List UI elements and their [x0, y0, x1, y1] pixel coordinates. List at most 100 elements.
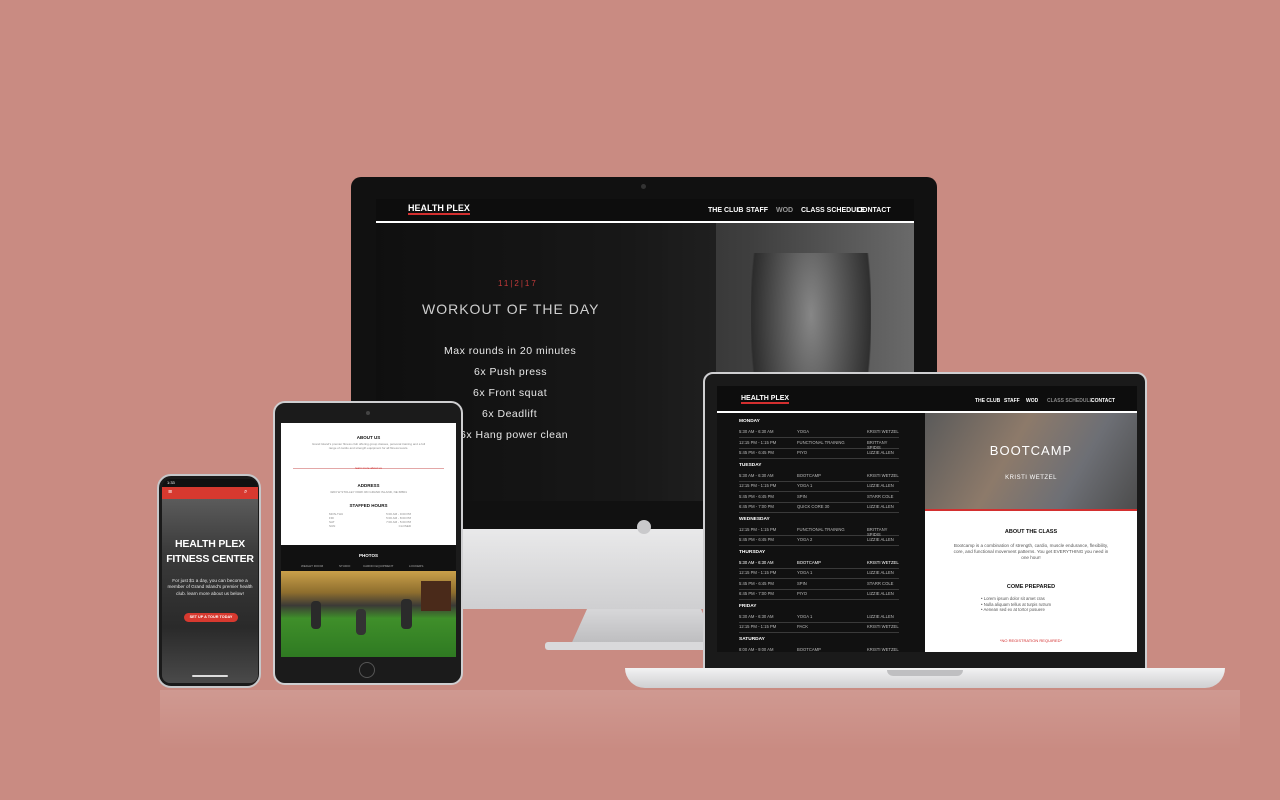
photo-tab-studio[interactable]: STUDIO [339, 564, 350, 568]
prepared-list: • Lorem ipsum dolor sit amet cras • Null… [981, 596, 1051, 613]
bootcamp-title: BOOTCAMP [989, 443, 1073, 458]
search-icon[interactable]: ⌕ [244, 489, 247, 496]
schedule-row[interactable]: 6:45 PM - 7:00 PM PIYO LIZZIE ALLEN [739, 589, 899, 600]
bootcamp-coach: KRISTI WETZEL [1005, 475, 1057, 481]
schedule-time: 5:30 AM - 6:30 AM [739, 559, 774, 565]
schedule-row[interactable]: 6:45 PM - 7:00 PM QUICK CORE 30 LIZZIE ALL… [739, 502, 899, 513]
schedule-coach: KRISTI WETZEL [867, 472, 899, 478]
schedule-class: SPIN [797, 580, 807, 586]
schedule-day-heading: FRIDAY [739, 603, 757, 609]
wod-title: WORKOUT OF THE DAY [422, 301, 600, 317]
floor-reflection [160, 690, 1240, 750]
schedule-row[interactable]: 12:15 PM - 1:15 PM FUNCTIONAL TRAINING BRI… [739, 525, 899, 537]
schedule-day-heading: MONDAY [739, 419, 760, 424]
schedule-coach: KRISTI WETZEL [867, 646, 899, 652]
class-schedule-list: MONDAY 5:30 AM - 6:30 AM YOGA KRISTI WETZEL… [717, 413, 925, 652]
phone-intro-text: For just $1 a day, you can become a memb… [167, 578, 253, 596]
tablet-home-button[interactable] [359, 662, 375, 678]
schedule-class: PIYO [797, 591, 808, 596]
schedule-day-heading: THURSDAY [739, 549, 766, 555]
phone-navbar: ≡ ⌕ [162, 487, 258, 499]
schedule-time: 8:00 AM - 9:00 AM [739, 646, 774, 652]
schedule-class: YOGA [797, 429, 810, 434]
schedule-class: PIYO [797, 450, 808, 455]
schedule-row[interactable]: 5:30 AM - 6:30 AM BOOTCAMP KRISTI WETZEL [739, 471, 899, 482]
schedule-row[interactable]: 8:00 AM - 9:00 AM BOOTCAMP KRISTI WETZEL [739, 645, 899, 653]
wod-line: 6x Front squat [473, 387, 548, 399]
photo-tab-lockers[interactable]: LOCKERS [409, 564, 423, 568]
photo-tab-weight-room[interactable]: WEIGHT ROOM [301, 564, 323, 568]
schedule-time: 12:15 PM - 1:15 PM [739, 624, 777, 629]
schedule-day-heading: WEDNESDAY [739, 516, 770, 522]
schedule-coach: LIZZIE ALLEN [867, 504, 894, 509]
imac-navbar: HEALTH PLEX THE CLUB STAFF WOD CLASS SCH… [376, 199, 914, 223]
laptop-nav-staff[interactable]: STAFF [1004, 398, 1020, 404]
apple-logo-icon [637, 520, 651, 534]
schedule-coach: LIZZIE ALLEN [867, 613, 894, 619]
laptop-nav-class-schedule[interactable]: CLASS SCHEDULE [1047, 398, 1093, 404]
imac-camera [641, 184, 646, 189]
wod-line: Max rounds in 20 minutes [444, 345, 577, 357]
schedule-class: FUNCTIONAL TRAINING [797, 526, 845, 532]
schedule-row[interactable]: 5:30 AM - 6:30 AM YOGA KRISTI WETZEL [739, 427, 899, 438]
schedule-coach: LIZZIE ALLEN [867, 483, 894, 488]
come-prepared-heading: COME PREPARED [1006, 584, 1056, 590]
laptop-logo[interactable]: HEALTH PLEX [741, 395, 790, 404]
about-us-text: Grand Island's premier fitness club offe… [311, 442, 426, 450]
imac-nav-staff[interactable]: STAFF [746, 207, 768, 214]
learn-more-link[interactable]: learn more about us [281, 466, 456, 470]
schedule-coach: KRISTI WETZEL [867, 429, 899, 434]
imac-logo[interactable]: HEALTH PLEX [408, 204, 470, 215]
schedule-time: 5:45 PM - 6:45 PM [739, 450, 774, 455]
status-time: 1:33 [167, 480, 175, 485]
imac-nav-the-club[interactable]: THE CLUB [708, 207, 743, 214]
imac-nav-wod[interactable]: WOD [776, 207, 793, 214]
schedule-time: 5:45 PM - 6:45 PM [739, 580, 774, 586]
schedule-row[interactable]: 5:45 PM - 6:45 PM PIYO LIZZIE ALLEN [739, 448, 899, 459]
schedule-time: 12:15 PM - 1:15 PM [739, 483, 777, 488]
laptop-nav-the-club[interactable]: THE CLUB [975, 398, 1000, 404]
schedule-coach: LIZZIE ALLEN [867, 537, 894, 542]
tablet-screen: ABOUT US Grand Island's premier fitness … [281, 423, 456, 657]
schedule-class: YOGA 1 [797, 570, 813, 575]
schedule-row[interactable]: 12:15 PM - 1:15 PM PACK KRISTI WETZEL [739, 622, 899, 633]
hours-row: SUN CLOSED [329, 524, 411, 528]
imac-nav-contact[interactable]: CONTACT [857, 207, 891, 214]
schedule-coach: LIZZIE ALLEN [867, 570, 894, 575]
schedule-row[interactable]: 12:15 PM - 1:15 PM YOGA 1 LIZZIE ALLEN [739, 568, 899, 579]
laptop-screen: HEALTH PLEX THE CLUB STAFF WOD CLASS SCH… [717, 386, 1137, 652]
about-class-text: Bootcamp is a combination of strength, c… [953, 543, 1109, 561]
laptop-notch [887, 670, 963, 676]
laptop-nav-wod[interactable]: WOD [1026, 398, 1038, 404]
schedule-coach: LIZZIE ALLEN [867, 450, 894, 455]
about-us-heading: ABOUT US [356, 435, 381, 440]
hamburger-menu-icon[interactable]: ≡ [168, 489, 172, 496]
phone-title-line1: HEALTH PLEX [175, 538, 245, 550]
phone-title-line2: FITNESS CENTER [166, 553, 254, 565]
imac-nav-class-schedule[interactable]: CLASS SCHEDULE [801, 207, 865, 214]
phone-screen: 1:33 ≡ ⌕ HEALTH PLEX FITNESS CENTER For … [162, 479, 258, 683]
schedule-class: PACK [797, 624, 809, 629]
schedule-class: YOGA 1 [797, 483, 813, 488]
schedule-coach: STARR COLE [867, 580, 894, 586]
schedule-row[interactable]: 5:45 PM - 6:45 PM SPIN STARR COLE [739, 492, 899, 503]
photos-bar: PHOTOS WEIGHT ROOM STUDIO CARDIO EQUIPME… [281, 545, 456, 571]
prepared-item: • Lorem ipsum dolor sit amet cras [981, 596, 1045, 601]
photos-heading: PHOTOS [359, 553, 378, 558]
laptop-nav-contact[interactable]: CONTACT [1091, 398, 1115, 404]
schedule-row[interactable]: 5:30 AM - 6:30 AM BOOTCAMP KRISTI WETZEL [739, 558, 899, 569]
schedule-coach: KRISTI WETZEL [867, 559, 899, 565]
no-registration-note: *NO REGISTRATION REQUIRED* [999, 638, 1063, 643]
phone-status-bar: 1:33 [162, 479, 258, 487]
schedule-time: 5:30 AM - 6:30 AM [739, 429, 774, 434]
set-up-tour-button[interactable]: SET UP A TOUR TODAY [184, 613, 238, 622]
schedule-class: BOOTCAMP [797, 472, 821, 478]
schedule-row[interactable]: 12:15 PM - 1:15 PM YOGA 1 LIZZIE ALLEN [739, 481, 899, 492]
schedule-class: YOGA 2 [797, 537, 813, 542]
schedule-row[interactable]: 5:30 AM - 6:30 AM YOGA 1 LIZZIE ALLEN [739, 612, 899, 623]
schedule-row[interactable]: 5:45 PM - 6:45 PM SPIN STARR COLE [739, 579, 899, 590]
schedule-row[interactable]: 12:15 PM - 1:15 PM FUNCTIONAL TRAINING BRI… [739, 438, 899, 450]
schedule-row[interactable]: 5:45 PM - 6:45 PM YOGA 2 LIZZIE ALLEN [739, 535, 899, 546]
photo-tab-cardio[interactable]: CARDIO EQUIPMENT [363, 564, 393, 568]
gym-photo [281, 571, 456, 657]
